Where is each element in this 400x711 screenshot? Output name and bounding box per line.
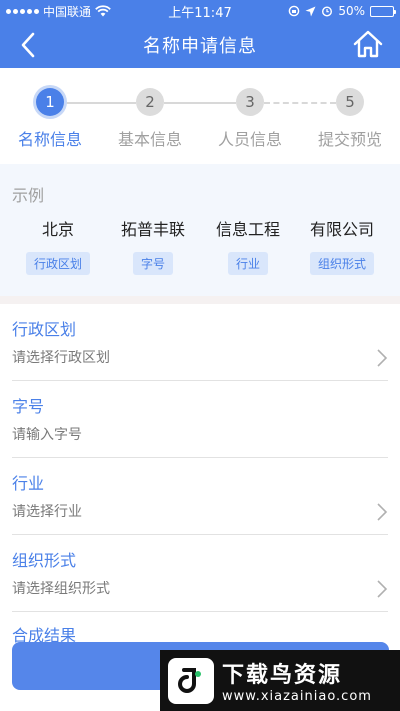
field-label: 组织形式: [12, 551, 77, 570]
step-item[interactable]: 3 人员信息: [205, 88, 295, 150]
example-tag: 行业: [227, 252, 268, 275]
rotation-lock-icon: [289, 5, 300, 17]
step-item[interactable]: 1 名称信息: [5, 88, 95, 150]
field-label: 字号: [12, 397, 45, 416]
section-divider: [0, 296, 400, 304]
watermark-title: 下载鸟资源: [222, 663, 343, 688]
industry-field[interactable]: 行业: [0, 458, 400, 535]
example-part: 有限公司 组织形式: [297, 216, 387, 275]
status-right: 50%: [254, 4, 396, 18]
divider: [12, 611, 388, 612]
brand-name-input[interactable]: [12, 427, 352, 443]
example-part: 拓普丰联 字号: [108, 216, 198, 275]
watermark-logo-icon: [168, 657, 214, 704]
chevron-right-icon[interactable]: [376, 579, 388, 599]
example-word: 北京: [41, 220, 74, 239]
step-number: 1: [36, 88, 64, 116]
step-progress: 1 名称信息 2 基本信息 3 人员信息 5 提交预览: [0, 68, 400, 164]
page-title: 名称申请信息: [143, 36, 257, 57]
step-number: 5: [336, 88, 364, 116]
watermark-text: 下载鸟资源 www.xiazainiao.com: [222, 657, 372, 704]
step-number: 2: [136, 88, 164, 116]
example-tag: 组织形式: [309, 252, 374, 275]
org-form-field[interactable]: 组织形式: [0, 535, 400, 612]
example-panel: 示例 北京 行政区划 拓普丰联 字号 信息工程 行业 有限公司 组织形式: [0, 164, 400, 296]
example-word: 有限公司: [309, 220, 374, 239]
field-label: 行业: [12, 474, 45, 493]
example-title: 示例: [12, 186, 45, 205]
home-icon[interactable]: [352, 28, 384, 60]
battery-percent: 50%: [338, 4, 365, 18]
example-tag: 行政区划: [25, 252, 90, 275]
step-item[interactable]: 2 基本信息: [105, 88, 195, 150]
status-bar: 中国联通 上午11:47 50%: [0, 0, 400, 22]
chevron-right-icon[interactable]: [376, 502, 388, 522]
example-part: 信息工程 行业: [203, 216, 293, 275]
back-icon[interactable]: [14, 29, 46, 61]
wifi-icon: [95, 5, 111, 17]
org-form-select[interactable]: [12, 581, 352, 597]
step-item[interactable]: 5 提交预览: [305, 88, 395, 150]
step-label: 基本信息: [117, 130, 182, 149]
step-connector: [164, 102, 236, 104]
example-tag: 字号: [132, 252, 173, 275]
step-number: 3: [236, 88, 264, 116]
example-word: 拓普丰联: [120, 220, 185, 239]
step-label: 人员信息: [217, 130, 282, 149]
nav-bar: 名称申请信息: [0, 22, 400, 68]
watermark-url: www.xiazainiao.com: [222, 689, 372, 704]
brand-name-field[interactable]: 字号: [0, 381, 400, 458]
signal-icon: [6, 8, 39, 14]
example-word: 信息工程: [215, 220, 280, 239]
alarm-icon: [322, 6, 333, 17]
watermark: 下载鸟资源 www.xiazainiao.com: [160, 650, 400, 711]
step-label: 提交预览: [317, 130, 382, 149]
industry-select[interactable]: [12, 504, 352, 520]
district-field[interactable]: 行政区划: [0, 304, 400, 381]
chevron-right-icon[interactable]: [376, 348, 388, 368]
location-icon: [305, 6, 316, 16]
battery-icon: [370, 5, 396, 17]
carrier-name: 中国联通: [43, 4, 92, 19]
district-select[interactable]: [12, 350, 352, 366]
field-label: 行政区划: [12, 320, 77, 339]
step-label: 名称信息: [17, 130, 82, 149]
step-connector: [64, 102, 136, 104]
example-part: 北京 行政区划: [13, 216, 103, 275]
step-connector-dashed: [264, 102, 336, 104]
status-time: 上午11:47: [168, 5, 232, 21]
status-left: 中国联通: [6, 3, 146, 20]
